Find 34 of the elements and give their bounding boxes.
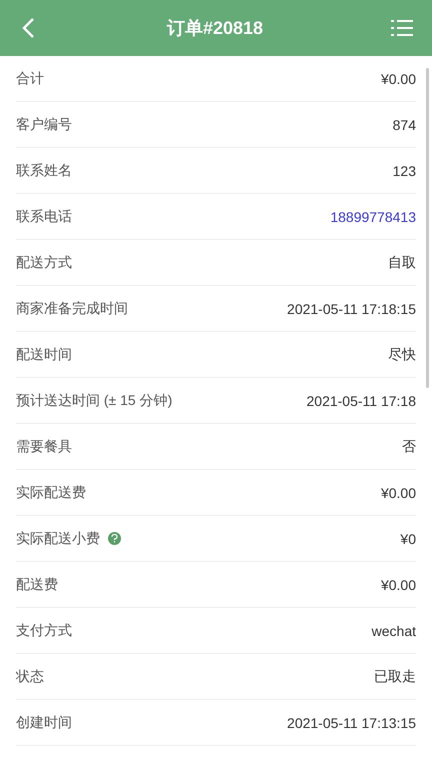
field-label: 联系姓名: [16, 162, 72, 180]
field-value: 2021-05-11 17:13:15: [287, 714, 416, 730]
field-value: 874: [392, 116, 416, 132]
field-value: 尽快: [388, 346, 416, 364]
field-value: ¥0.00: [380, 576, 416, 592]
field-value: 2021-05-11 17:18:15: [287, 300, 416, 316]
field-label: 实际配送费: [16, 484, 86, 502]
page-title: 订单#20818: [166, 17, 264, 40]
phone-link[interactable]: 18899778413: [330, 208, 416, 224]
field-label: 实际配送小费: [16, 530, 100, 548]
field-label: 支付方式: [16, 622, 72, 640]
field-label: 联系电话: [16, 208, 72, 226]
field-label: 创建时间: [16, 714, 72, 732]
field-value: 否: [402, 438, 416, 456]
field-value: ¥0.00: [380, 484, 416, 500]
menu-icon: [390, 18, 413, 38]
field-label: 合计: [16, 70, 44, 88]
field-value: ¥0.00: [380, 70, 416, 86]
field-value: 123: [392, 162, 416, 178]
field-label: 配送方式: [16, 254, 72, 272]
field-value: 2021-05-11 17:18: [306, 392, 416, 408]
field-label: 客户编号: [16, 116, 72, 134]
field-label: 预计送达时间 (± 15 分钟): [16, 392, 172, 410]
field-value: 自取: [388, 254, 416, 272]
field-value: 已取走: [374, 668, 416, 686]
field-label: 需要餐具: [16, 438, 72, 456]
field-label: 状态: [16, 668, 44, 686]
field-value: ¥0: [400, 530, 416, 546]
back-icon: [21, 17, 35, 39]
field-label: 配送费: [16, 576, 58, 594]
help-icon[interactable]: [108, 532, 121, 545]
field-label: 商家准备完成时间: [16, 300, 128, 318]
field-value: wechat: [372, 622, 416, 638]
field-label: 配送时间: [16, 346, 72, 364]
